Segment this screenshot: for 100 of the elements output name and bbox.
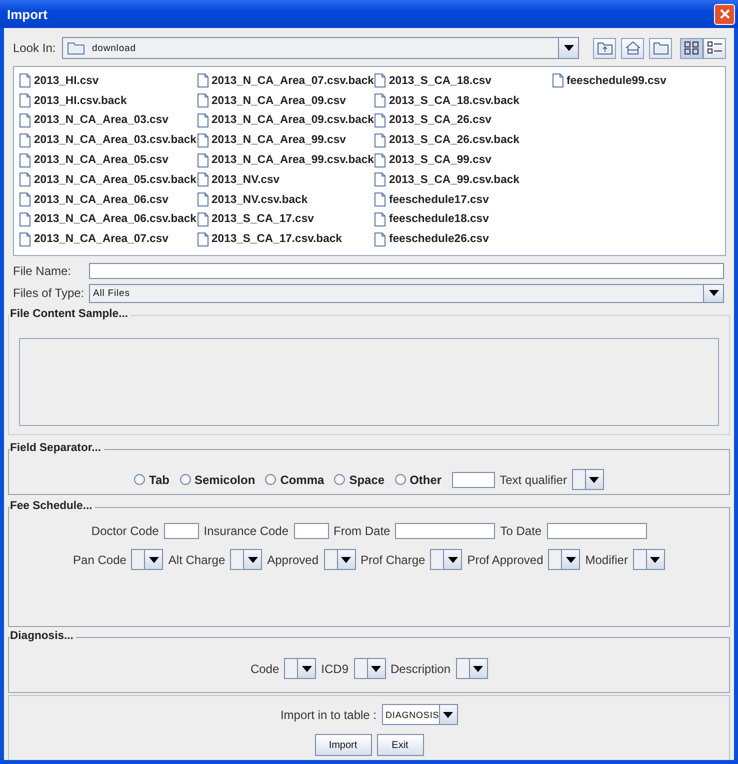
file-item[interactable]: feeschedule18.csv	[374, 210, 552, 230]
file-item[interactable]: 2013_S_CA_99.csv	[374, 150, 552, 170]
file-name-field[interactable]	[89, 263, 724, 279]
files-of-type-label: Files of Type:	[13, 286, 86, 300]
column-dropdown[interactable]	[456, 658, 488, 679]
close-button[interactable]	[714, 4, 735, 24]
file-item[interactable]: 2013_S_CA_18.csv	[374, 71, 552, 91]
field-label: Approved	[267, 552, 318, 566]
file-item[interactable]: 2013_N_CA_Area_99.csv.back	[196, 150, 374, 170]
file-item[interactable]: 2013_S_CA_17.csv.back	[196, 229, 374, 250]
file-icon	[374, 132, 386, 148]
exit-button[interactable]: Exit	[376, 734, 424, 756]
input-field[interactable]	[164, 523, 199, 539]
radio-option[interactable]: Semicolon	[180, 472, 256, 486]
file-icon	[19, 93, 31, 108]
column-dropdown[interactable]	[131, 549, 164, 570]
look-in-dropdown[interactable]: download	[62, 37, 579, 59]
list-view-button[interactable]	[680, 38, 703, 58]
file-item[interactable]: feeschedule17.csv	[374, 190, 552, 210]
file-item[interactable]: 2013_N_CA_Area_07.csv.back	[196, 71, 374, 91]
new-folder-button[interactable]	[649, 38, 672, 58]
radio-option[interactable]: Tab	[134, 472, 170, 486]
column-dropdown[interactable]	[430, 549, 462, 570]
input-field[interactable]	[395, 523, 496, 539]
window-title: Import	[7, 6, 48, 22]
radio-option[interactable]: Space	[334, 472, 385, 486]
file-icon	[19, 152, 31, 168]
column-dropdown[interactable]	[548, 549, 580, 570]
field-label: ICD9	[321, 662, 348, 676]
caret-icon	[589, 476, 600, 482]
file-item[interactable]: 2013_NV.csv	[196, 170, 374, 190]
file-item[interactable]: 2013_N_CA_Area_05.csv.back	[19, 170, 196, 190]
file-item[interactable]: 2013_S_CA_18.csv.back	[374, 90, 552, 111]
file-item[interactable]: 2013_N_CA_Area_06.csv.back	[19, 210, 196, 230]
file-icon	[19, 192, 31, 208]
up-folder-button[interactable]	[593, 38, 616, 58]
field-label: Modifier	[585, 552, 628, 566]
import-button[interactable]: Import	[314, 734, 372, 756]
radio-option[interactable]: Other	[394, 472, 442, 486]
field-label: To Date	[500, 524, 542, 538]
field-label: Insurance Code	[204, 524, 289, 538]
other-field[interactable]	[452, 472, 495, 488]
text-qualifier-label: Text qualifier	[500, 472, 567, 486]
panel-title: Diagnosis...	[10, 630, 76, 642]
file-item[interactable]: 2013_N_CA_Area_09.csv.back	[196, 110, 374, 130]
file-item[interactable]: 2013_N_CA_Area_03.csv.back	[19, 130, 196, 150]
column-dropdown[interactable]	[354, 658, 386, 679]
field-label: Prof Approved	[467, 552, 544, 566]
file-icon	[374, 93, 386, 108]
input-field[interactable]	[294, 523, 329, 539]
file-icon	[196, 172, 208, 188]
column-dropdown[interactable]	[324, 549, 356, 570]
file-icon	[374, 152, 386, 168]
file-icon	[196, 73, 208, 88]
file-icon	[19, 73, 31, 88]
file-item[interactable]: 2013_S_CA_26.csv	[374, 110, 552, 130]
file-item[interactable]: 2013_S_CA_17.csv	[196, 210, 374, 230]
file-icon	[374, 192, 386, 208]
field-label: Code	[250, 662, 280, 676]
file-item[interactable]: 2013_N_CA_Area_07.csv	[19, 229, 196, 250]
file-item[interactable]: 2013_NV.csv.back	[196, 190, 374, 210]
file-item[interactable]: 2013_HI.csv.back	[19, 90, 196, 111]
home-button[interactable]	[621, 38, 644, 58]
file-icon	[19, 132, 31, 148]
column-dropdown[interactable]	[632, 549, 665, 570]
file-icon	[19, 172, 31, 188]
file-item[interactable]: 2013_S_CA_26.csv.back	[374, 130, 552, 150]
file-icon	[374, 112, 386, 128]
up-folder-icon	[596, 41, 612, 55]
file-item[interactable]: 2013_N_CA_Area_05.csv	[19, 150, 196, 170]
radio-option[interactable]: Comma	[265, 472, 324, 486]
file-item[interactable]: feeschedule26.csv	[374, 229, 552, 250]
file-icon	[19, 232, 31, 247]
details-view-button[interactable]	[703, 38, 726, 58]
file-item[interactable]: 2013_N_CA_Area_09.csv	[196, 90, 374, 111]
column-dropdown[interactable]	[230, 549, 262, 570]
file-item[interactable]: 2013_N_CA_Area_03.csv	[19, 110, 196, 130]
column-dropdown[interactable]	[284, 658, 316, 679]
file-item[interactable]: 2013_N_CA_Area_06.csv	[19, 190, 196, 210]
caret-icon	[443, 712, 454, 718]
input-field[interactable]	[546, 523, 647, 539]
file-item[interactable]: 2013_N_CA_Area_99.csv	[196, 130, 374, 150]
caret-icon	[566, 556, 576, 562]
file-icon	[374, 73, 386, 88]
details-view-icon	[706, 41, 722, 55]
files-of-type-dropdown[interactable]: All Files	[89, 284, 724, 302]
field-label: Doctor Code	[91, 524, 159, 538]
file-item[interactable]: 2013_S_CA_99.csv.back	[374, 170, 552, 190]
file-item[interactable]: 2013_HI.csv	[19, 71, 196, 91]
caret-icon	[650, 556, 660, 562]
file-icon	[19, 112, 31, 128]
file-item[interactable]: feeschedule99.csv	[552, 71, 729, 91]
text-qualifier-dropdown[interactable]	[572, 469, 604, 490]
close-icon	[718, 8, 730, 20]
file-icon	[552, 73, 564, 88]
look-in-label: Look In:	[13, 41, 57, 55]
file-icon	[196, 152, 208, 168]
import-table-dropdown[interactable]: DIAGNOSIS	[382, 704, 458, 725]
list-view-icon	[684, 41, 700, 55]
file-icon	[374, 172, 386, 188]
